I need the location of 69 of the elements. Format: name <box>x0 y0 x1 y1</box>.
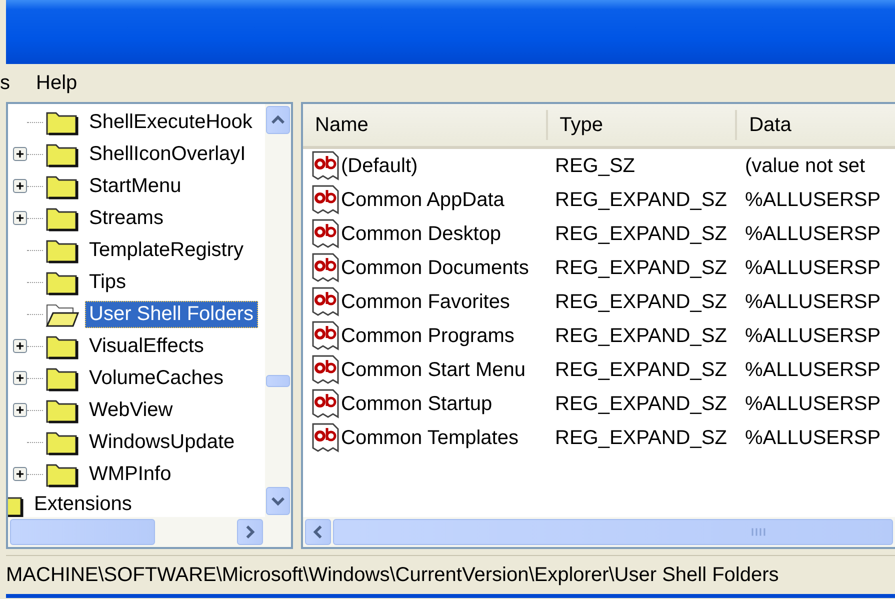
tree-item[interactable]: Streams <box>85 204 168 232</box>
document-icon <box>311 184 341 216</box>
value-data: %ALLUSERSP <box>744 256 881 280</box>
expand-button[interactable] <box>13 179 27 193</box>
value-data: %ALLUSERSP <box>744 188 881 212</box>
value-data: %ALLUSERSP <box>744 358 881 382</box>
value-name[interactable]: Common Startup <box>341 392 492 416</box>
value-name[interactable]: Common Programs <box>341 324 514 348</box>
menu-item[interactable]: s <box>0 70 16 96</box>
value-type: REG_EXPAND_SZ <box>554 290 728 314</box>
tree-item[interactable]: WMPInfo <box>85 460 176 488</box>
value-data: (value not set <box>744 154 866 178</box>
tree-item[interactable]: Extensions <box>30 490 136 517</box>
document-icon <box>311 422 341 454</box>
value-data: %ALLUSERSP <box>744 426 881 450</box>
value-type: REG_EXPAND_SZ <box>554 392 728 416</box>
scroll-up-button[interactable] <box>266 106 290 134</box>
expand-button[interactable] <box>13 371 27 385</box>
document-icon <box>311 388 341 420</box>
tree-item[interactable]: StartMenu <box>85 172 186 200</box>
value-name[interactable]: Common Templates <box>341 426 518 450</box>
document-icon <box>311 354 341 386</box>
value-name[interactable]: Common Documents <box>341 256 529 280</box>
expand-button[interactable] <box>13 211 27 225</box>
tree-item[interactable]: WindowsUpdate <box>85 428 239 456</box>
value-type: REG_EXPAND_SZ <box>554 222 728 246</box>
scrollbar-thumb[interactable] <box>10 519 155 545</box>
value-data: %ALLUSERSP <box>744 290 881 314</box>
value-name[interactable]: Common AppData <box>341 188 504 212</box>
expand-button[interactable] <box>13 339 27 353</box>
value-type: REG_EXPAND_SZ <box>554 256 728 280</box>
document-icon <box>311 252 341 284</box>
scroll-right-button[interactable] <box>237 519 263 545</box>
column-header[interactable]: Data <box>737 110 895 140</box>
column-header[interactable]: Name <box>303 110 548 140</box>
value-type: REG_EXPAND_SZ <box>554 188 728 212</box>
value-name[interactable]: Common Favorites <box>341 290 510 314</box>
value-type: REG_EXPAND_SZ <box>554 324 728 348</box>
tree-item[interactable]: Tips <box>85 268 130 296</box>
document-icon <box>311 150 341 182</box>
menu-item[interactable]: Help <box>30 70 84 96</box>
scrollbar-thumb[interactable] <box>333 519 893 545</box>
document-icon <box>311 286 341 318</box>
tree-item[interactable]: ShellExecuteHook <box>85 108 256 136</box>
tree-item[interactable]: ShellIconOverlayI <box>85 140 250 168</box>
scroll-left-button[interactable] <box>305 519 331 545</box>
status-path: MACHINE\SOFTWARE\Microsoft\Windows\CurrentVersion\Explorer\User Shell Folders <box>6 564 779 586</box>
tree-item[interactable]: VisualEffects <box>85 332 208 360</box>
tree-item[interactable]: User Shell Folders <box>85 300 258 328</box>
expand-button[interactable] <box>13 147 27 161</box>
document-icon <box>311 218 341 250</box>
value-data: %ALLUSERSP <box>744 222 881 246</box>
tree-item[interactable]: WebView <box>85 396 177 424</box>
scrollbar-thumb[interactable] <box>266 375 290 387</box>
document-icon <box>311 320 341 352</box>
tree-item[interactable]: TemplateRegistry <box>85 236 248 264</box>
value-name[interactable]: Common Desktop <box>341 222 502 246</box>
value-type: REG_SZ <box>554 154 636 178</box>
expand-button[interactable] <box>13 467 27 481</box>
value-type: REG_EXPAND_SZ <box>554 426 728 450</box>
value-data: %ALLUSERSP <box>744 392 881 416</box>
value-data: %ALLUSERSP <box>744 324 881 348</box>
scroll-down-button[interactable] <box>266 487 290 515</box>
value-type: REG_EXPAND_SZ <box>554 358 728 382</box>
value-name[interactable]: (Default) <box>341 154 418 178</box>
value-name[interactable]: Common Start Menu <box>341 358 526 382</box>
expand-button[interactable] <box>13 403 27 417</box>
tree-item[interactable]: VolumeCaches <box>85 364 228 392</box>
column-header[interactable]: Type <box>548 110 738 140</box>
